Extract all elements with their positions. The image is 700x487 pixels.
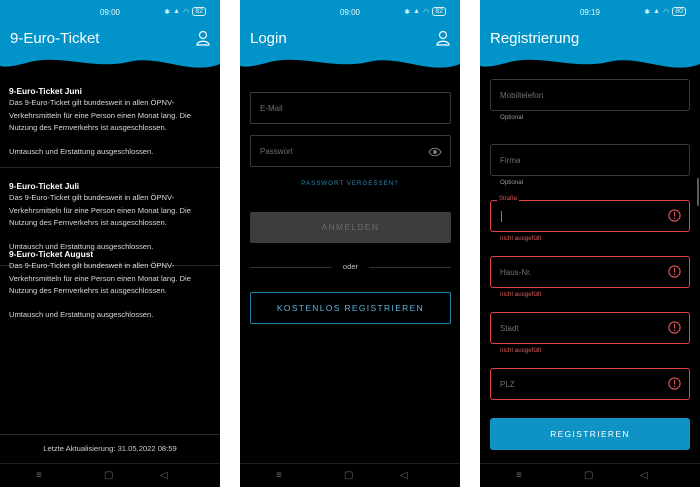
- forgot-password-link[interactable]: PASSWORT VERGESSEN?: [240, 180, 460, 187]
- wifi-icon: ◠: [663, 8, 670, 16]
- eye-icon[interactable]: [428, 145, 442, 163]
- menu-icon[interactable]: ≡: [276, 470, 282, 481]
- ticket-item[interactable]: 9-Euro-Ticket August Das 9-Euro-Ticket g…: [9, 248, 214, 321]
- password-field[interactable]: Passwort: [250, 135, 451, 167]
- ticket-note: Umtausch und Erstattung ausgeschlossen.: [9, 147, 154, 157]
- system-nav-bar: ≡ ▢ ◁: [0, 463, 220, 487]
- or-divider: oder: [250, 262, 451, 272]
- battery-icon: 82: [432, 7, 446, 16]
- page-title: 9-Euro-Ticket: [10, 30, 100, 47]
- ticket-description: Das 9-Euro-Ticket gilt bundesweit in all…: [9, 193, 191, 227]
- ticket-title: 9-Euro-Ticket Juli: [9, 181, 80, 191]
- bluetooth-icon: ✱: [164, 8, 171, 16]
- status-bar: 09:00 ✱ ▲ ◠ 82: [0, 0, 220, 24]
- house-number-error: nicht ausgefüllt: [500, 291, 542, 298]
- signal-icon: ▲: [653, 8, 661, 15]
- street-field[interactable]: Straße: [490, 196, 690, 232]
- ticket-description: Das 9-Euro-Ticket gilt bundesweit in all…: [9, 98, 191, 132]
- ticket-note: Umtausch und Erstattung ausgeschlossen.: [9, 310, 154, 320]
- company-hint: Optional: [500, 179, 524, 186]
- user-icon[interactable]: [196, 30, 210, 51]
- zip-field[interactable]: PLZ: [490, 368, 690, 400]
- bluetooth-icon: ✱: [404, 8, 411, 16]
- mobile-hint: Optional: [500, 114, 524, 121]
- menu-icon[interactable]: ≡: [36, 470, 42, 481]
- register-free-button[interactable]: KOSTENLOS REGISTRIEREN: [250, 292, 451, 324]
- city-placeholder: Stadt: [500, 324, 519, 333]
- wifi-icon: ◠: [423, 8, 430, 16]
- password-placeholder: Passwort: [260, 147, 293, 156]
- screen-ticket-list: 09:00 ✱ ▲ ◠ 82 9-Euro-Ticket 9-Euro-Tick…: [0, 0, 220, 487]
- register-button[interactable]: REGISTRIEREN: [490, 418, 690, 450]
- ticket-item[interactable]: 9-Euro-Ticket Juli Das 9-Euro-Ticket gil…: [9, 180, 214, 253]
- company-placeholder: Firma: [500, 156, 521, 165]
- app-header: Registrierung: [480, 24, 700, 74]
- house-number-placeholder: Haus-Nr.: [500, 268, 532, 277]
- warning-circle-icon: [668, 265, 681, 283]
- scrollbar[interactable]: [697, 178, 699, 206]
- wifi-icon: ◠: [183, 8, 190, 16]
- screen-login: 09:00 ✱ ▲ ◠ 82 Login E-Mail Passwort PAS…: [240, 0, 460, 487]
- city-error: nicht ausgefüllt: [500, 347, 542, 354]
- email-placeholder: E-Mail: [260, 104, 283, 113]
- page-title: Login: [250, 30, 287, 47]
- street-error: nicht ausgefüllt: [500, 235, 542, 242]
- home-square-icon[interactable]: ▢: [344, 470, 353, 481]
- warning-circle-icon: [668, 209, 681, 227]
- footer-divider: [0, 434, 220, 435]
- zip-placeholder: PLZ: [500, 380, 515, 389]
- ticket-title: 9-Euro-Ticket Juni: [9, 86, 82, 96]
- login-button[interactable]: ANMELDEN: [250, 212, 451, 243]
- back-triangle-icon[interactable]: ◁: [400, 470, 408, 481]
- ticket-description: Das 9-Euro-Ticket gilt bundesweit in all…: [9, 261, 191, 295]
- screen-registration: 09:19 ✱ ▲ ◠ 80 Registrierung Mobiltelefo…: [480, 0, 700, 487]
- divider: [0, 167, 220, 168]
- menu-icon[interactable]: ≡: [516, 470, 522, 481]
- home-square-icon[interactable]: ▢: [104, 470, 113, 481]
- signal-icon: ▲: [173, 8, 181, 15]
- ticket-title: 9-Euro-Ticket August: [9, 249, 94, 259]
- street-label: Straße: [497, 196, 520, 202]
- back-triangle-icon[interactable]: ◁: [640, 470, 648, 481]
- bluetooth-icon: ✱: [644, 8, 651, 16]
- system-nav-bar: ≡ ▢ ◁: [240, 463, 460, 487]
- user-icon[interactable]: [436, 30, 450, 51]
- signal-icon: ▲: [413, 8, 421, 15]
- page-title: Registrierung: [490, 30, 580, 47]
- back-triangle-icon[interactable]: ◁: [160, 470, 168, 481]
- email-field[interactable]: E-Mail: [250, 92, 451, 124]
- app-header: Login: [240, 24, 460, 74]
- status-bar: 09:00 ✱ ▲ ◠ 82: [240, 0, 460, 24]
- mobile-placeholder: Mobiltelefon: [500, 91, 544, 100]
- ticket-item[interactable]: 9-Euro-Ticket Juni Das 9-Euro-Ticket gil…: [9, 85, 214, 158]
- system-nav-bar: ≡ ▢ ◁: [480, 463, 700, 487]
- mobile-field[interactable]: Mobiltelefon: [490, 79, 690, 111]
- company-field[interactable]: Firma: [490, 144, 690, 176]
- last-updated: Letzte Aktualisierung: 31.05.2022 08:59: [43, 444, 177, 453]
- battery-icon: 82: [192, 7, 206, 16]
- house-number-field[interactable]: Haus-Nr.: [490, 256, 690, 288]
- text-cursor: [501, 211, 502, 222]
- warning-circle-icon: [668, 321, 681, 339]
- battery-icon: 80: [672, 7, 686, 16]
- status-bar: 09:19 ✱ ▲ ◠ 80: [480, 0, 700, 24]
- app-header: 9-Euro-Ticket: [0, 24, 220, 74]
- city-field[interactable]: Stadt: [490, 312, 690, 344]
- home-square-icon[interactable]: ▢: [584, 470, 593, 481]
- warning-circle-icon: [668, 377, 681, 395]
